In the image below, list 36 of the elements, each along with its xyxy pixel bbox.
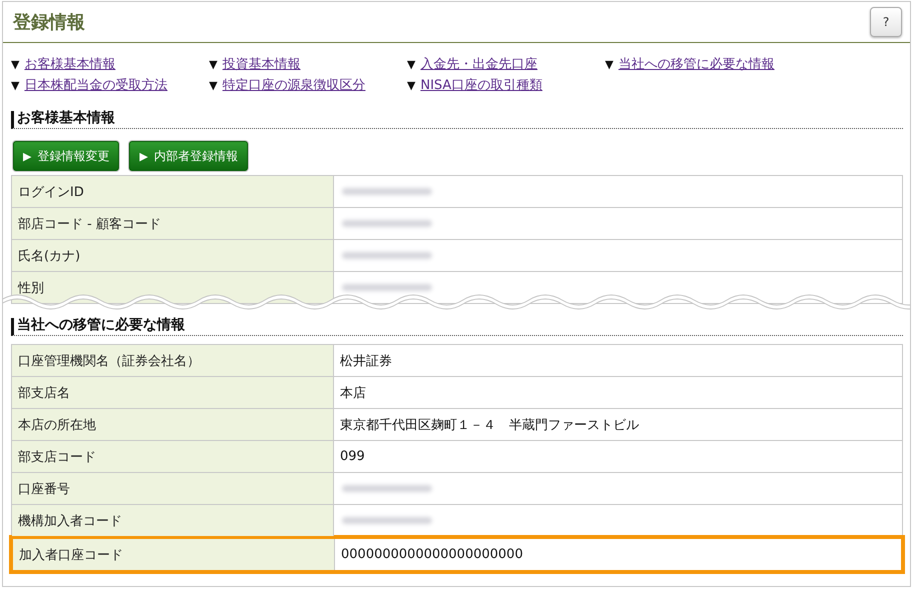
value-text: 0000000000000000000000 <box>341 547 523 562</box>
label-cell: 口座番号 <box>12 473 334 504</box>
triangle-marker: ▼ <box>209 78 218 92</box>
help-button[interactable]: ? <box>870 7 902 37</box>
action-button[interactable]: ▶ 内部者登録情報 <box>129 141 248 171</box>
triangle-marker: ▼ <box>11 78 20 92</box>
label-cell: 部支店コード <box>12 441 334 472</box>
label-cell: ログインID <box>12 176 334 207</box>
action-button[interactable]: ▶ 登録情報変更 <box>13 141 120 171</box>
value-text: 東京都千代田区麹町１－４ 半蔵門ファーストビル <box>340 416 639 434</box>
section-link[interactable]: 日本株配当金の受取方法 <box>24 76 168 94</box>
triangle-marker: ▼ <box>407 78 416 92</box>
label-cell: 部店コード - 顧客コード <box>12 208 334 239</box>
value-text: 本店 <box>340 384 366 402</box>
section-link[interactable]: 当社への移管に必要な情報 <box>618 55 774 73</box>
section-link[interactable]: NISA口座の取引種類 <box>420 76 542 94</box>
section-link[interactable]: 投資基本情報 <box>222 55 300 73</box>
triangle-marker: ▼ <box>605 58 614 70</box>
label-cell: 部支店名 <box>12 377 334 408</box>
value-text: 099 <box>340 449 365 464</box>
triangle-marker: ▼ <box>11 58 20 70</box>
value-text: 松井証券 <box>340 352 392 370</box>
section-heading: お客様基本情報 <box>11 111 903 129</box>
label-cell: 口座管理機関名（証券会社名） <box>12 345 334 376</box>
triangle-marker: ▼ <box>407 58 416 70</box>
page-title: 登録情報 <box>13 11 85 34</box>
label-cell: 機構加入者コード <box>12 505 334 536</box>
label-cell: 性別 <box>12 272 334 303</box>
label-cell: 本店の所在地 <box>12 409 334 440</box>
section-heading: 当社への移管に必要な情報 <box>11 318 903 336</box>
section-link[interactable]: お客様基本情報 <box>24 55 116 73</box>
triangle-marker: ▼ <box>209 58 218 70</box>
label-cell: 加入者口座コード <box>13 539 335 570</box>
section-link[interactable]: 特定口座の源泉徴収区分 <box>222 76 366 94</box>
section-link[interactable]: 入金先・出金先口座 <box>420 55 538 73</box>
label-cell: 氏名(カナ) <box>12 240 334 271</box>
